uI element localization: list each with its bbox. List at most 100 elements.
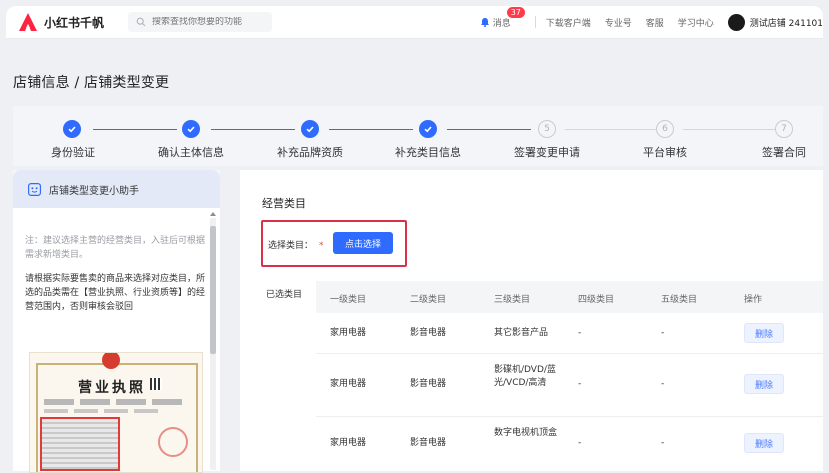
step-7: 7 [775, 120, 793, 138]
delete-button[interactable]: 删除 [744, 433, 784, 453]
helper-panel: 店铺类型变更小助手 注：建议选择主营的经营类目，入驻后可根据需求新增类目。 请根… [13, 170, 220, 473]
helper-note: 注：建议选择主营的经营类目，入驻后可根据需求新增类目。 [25, 236, 206, 260]
license-scope-highlight [40, 417, 120, 471]
step-connector [565, 129, 660, 130]
step-number: 6 [656, 120, 674, 138]
step-4 [419, 120, 437, 138]
nav-divider [534, 16, 536, 28]
table-row: 家用电器 影音电器 其它影音产品 - - 删除 [316, 313, 823, 354]
step-label: 身份验证 [51, 146, 95, 159]
step-connector [447, 129, 531, 130]
table-cell: 数字电视机顶盒 [494, 428, 558, 438]
bell-icon [480, 18, 489, 27]
step-1 [63, 120, 81, 138]
progress-steps: 5 6 7 身份验证 确认主体信息 补充品牌资质 补充类目信息 签署变更申请 平… [13, 106, 823, 166]
store-account-menu[interactable]: 测试店铺 241101 [727, 13, 823, 31]
search-icon [136, 17, 146, 27]
messages-button[interactable]: 消息 37 [480, 6, 525, 29]
avatar [727, 13, 745, 31]
table-cell: 影音电器 [410, 379, 447, 389]
messages-label: 消息 [492, 18, 511, 29]
table-cell: - [661, 328, 665, 338]
category-select-highlight: 选择类目： * 点击选择 [261, 220, 407, 267]
column-header: 一级类目 [330, 295, 367, 305]
business-license-image: 营业执照 [29, 352, 203, 473]
logo[interactable]: 小红书千帆 [18, 12, 104, 32]
step-label: 签署变更申请 [514, 146, 580, 159]
step-6: 6 [656, 120, 674, 138]
step-label: 确认主体信息 [158, 146, 224, 159]
delete-button[interactable]: 删除 [744, 374, 784, 394]
table-cell: 影碟机/DVD/蓝光/VCD/高清 [494, 365, 556, 388]
qr-code-icon [150, 378, 162, 390]
scrollbar-thumb[interactable] [210, 226, 216, 354]
check-icon [63, 120, 81, 138]
helper-scrollbar[interactable] [208, 212, 217, 471]
check-icon [301, 120, 319, 138]
license-title: 营业执照 [78, 380, 146, 396]
helper-body: 注：建议选择主营的经营类目，入驻后可根据需求新增类目。 请根据实际要售卖的商品来… [13, 208, 220, 473]
delete-button[interactable]: 删除 [744, 323, 784, 343]
table-cell: 家用电器 [330, 379, 367, 389]
license-text-lines [44, 409, 164, 413]
category-panel: 经营类目 选择类目： * 点击选择 已选类目 一级类目 二级类目 三级类目 四级类… [240, 170, 823, 471]
license-text-lines [44, 399, 184, 405]
step-connector [93, 129, 177, 130]
table-cell: - [578, 438, 582, 448]
select-label-text: 选择类目： [268, 241, 314, 251]
right-nav: 消息 37 下载客户端 专业号 客服 学习中心 测试店铺 241101 [480, 6, 823, 31]
select-category-label: 选择类目： * [268, 238, 324, 251]
column-header: 三级类目 [494, 295, 531, 305]
table-cell: - [578, 328, 582, 338]
scroll-up-arrow-icon[interactable] [210, 212, 216, 216]
column-header: 二级类目 [410, 295, 447, 305]
table-row: 家用电器 影音电器 影碟机/DVD/蓝光/VCD/高清 - - 删除 [316, 354, 823, 417]
step-number: 5 [538, 120, 556, 138]
pro-account-link[interactable]: 专业号 [605, 16, 632, 29]
check-icon [182, 120, 200, 138]
logo-icon [19, 13, 37, 31]
table-cell: - [661, 379, 665, 389]
message-count-badge: 37 [506, 6, 525, 18]
table-row: 家用电器 影音电器 数字电视机顶盒 - - 删除 [316, 417, 823, 467]
select-category-button[interactable]: 点击选择 [333, 232, 393, 254]
customer-service-link[interactable]: 客服 [646, 16, 664, 29]
step-label: 补充类目信息 [395, 146, 461, 159]
column-header: 操作 [744, 295, 763, 305]
step-connector [329, 129, 413, 130]
search-input[interactable] [152, 17, 263, 27]
selected-categories-label: 已选类目 [266, 290, 303, 300]
step-5: 5 [538, 120, 556, 138]
search-box[interactable] [128, 12, 273, 32]
column-header: 五级类目 [661, 295, 698, 305]
app-frame: 小红书千帆 消息 37 下载客户端 专业号 客服 学习中心 [0, 0, 829, 473]
step-connector [683, 129, 778, 130]
table-cell: 影音电器 [410, 438, 447, 448]
table-cell: 家用电器 [330, 438, 367, 448]
step-3 [301, 120, 319, 138]
table-cell: 其它影音产品 [494, 328, 549, 338]
step-label: 平台审核 [643, 146, 687, 159]
column-header: 四级类目 [578, 295, 615, 305]
official-seal-icon [158, 427, 188, 457]
table-cell: - [578, 379, 582, 389]
step-number: 7 [775, 120, 793, 138]
helper-description: 请根据实际要售卖的商品来选择对应类目，所选的品类需在【营业执照、行业资质等】的经… [25, 274, 206, 312]
download-client-link[interactable]: 下载客户端 [546, 16, 591, 29]
table-header: 一级类目 二级类目 三级类目 四级类目 五级类目 操作 [316, 281, 823, 313]
required-mark: * [319, 241, 324, 251]
step-connector [211, 129, 295, 130]
step-2 [182, 120, 200, 138]
section-title: 经营类目 [262, 197, 306, 210]
category-table: 一级类目 二级类目 三级类目 四级类目 五级类目 操作 家用电器 影音电器 其它… [316, 281, 823, 467]
step-label: 签署合同 [762, 146, 806, 159]
table-cell: 影音电器 [410, 328, 447, 338]
logo-text: 小红书千帆 [44, 15, 105, 30]
step-label: 补充品牌资质 [277, 146, 343, 159]
helper-header: 店铺类型变更小助手 [13, 170, 220, 208]
check-icon [419, 120, 437, 138]
store-name: 测试店铺 241101 [749, 18, 823, 29]
learning-center-link[interactable]: 学习中心 [678, 16, 714, 29]
table-cell: 家用电器 [330, 328, 367, 338]
top-nav: 小红书千帆 消息 37 下载客户端 专业号 客服 学习中心 [6, 6, 823, 38]
